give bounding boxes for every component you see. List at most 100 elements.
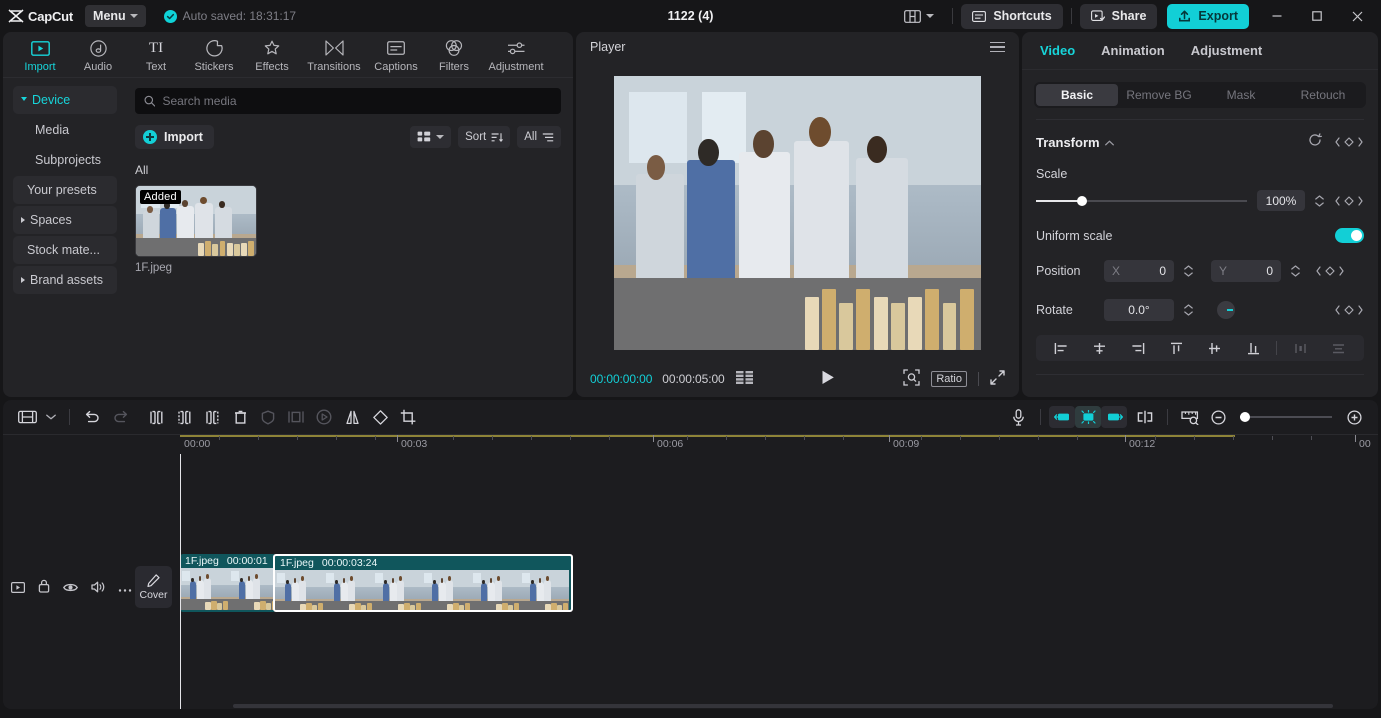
export-button[interactable]: Export — [1167, 3, 1249, 29]
align-middle-vertical-icon[interactable] — [1196, 342, 1234, 355]
video-preview[interactable] — [614, 75, 981, 350]
tool-filters[interactable]: Filters — [425, 37, 483, 73]
more-icon[interactable] — [118, 580, 132, 598]
rotate-field[interactable]: 0.0° — [1104, 299, 1174, 321]
rotate-dial[interactable] — [1217, 301, 1235, 319]
timeline-clip[interactable]: 1F.jpeg 00:00:01 — [180, 554, 276, 612]
align-center-horizontal-icon[interactable] — [1080, 342, 1118, 355]
position-y-field[interactable]: Y 0 — [1211, 260, 1281, 282]
tool-adjustment[interactable]: Adjustment — [483, 37, 549, 73]
zoom-out-icon[interactable] — [1204, 404, 1232, 430]
microphone-icon[interactable] — [1004, 404, 1032, 430]
timeline-scrollbar[interactable] — [233, 704, 1333, 708]
tool-import[interactable]: Import — [11, 37, 69, 73]
zoom-slider-knob[interactable] — [1240, 412, 1250, 422]
freeze-icon[interactable] — [254, 404, 282, 430]
distribute-vertical-icon[interactable] — [1320, 342, 1358, 355]
play-button[interactable] — [821, 370, 835, 388]
scale-keyframe[interactable] — [1334, 195, 1364, 207]
tool-effects[interactable]: Effects — [243, 37, 301, 73]
scale-stepper[interactable] — [1315, 194, 1324, 207]
tool-audio[interactable]: Audio — [69, 37, 127, 73]
rotate-icon[interactable] — [366, 404, 394, 430]
shortcuts-button[interactable]: Shortcuts — [961, 3, 1063, 29]
track-layout-icon[interactable] — [13, 404, 41, 430]
crop-icon[interactable] — [394, 404, 422, 430]
position-x-field[interactable]: X 0 — [1104, 260, 1174, 282]
keyframe-split-icon[interactable] — [1131, 404, 1159, 430]
fullscreen-icon[interactable] — [990, 370, 1005, 388]
sidebar-item-media[interactable]: Media — [13, 116, 117, 144]
delete-icon[interactable] — [226, 404, 254, 430]
tool-stickers[interactable]: Stickers — [185, 37, 243, 73]
position-x-stepper[interactable] — [1184, 265, 1193, 277]
timeline-tracks[interactable]: Cover 1F.jpeg 00:00:01 1F.jpeg 00:00:03:… — [3, 454, 1378, 709]
reset-icon[interactable] — [1308, 132, 1322, 152]
sidebar-item-brand-assets[interactable]: Brand assets — [13, 266, 117, 294]
tab-animation[interactable]: Animation — [1101, 43, 1165, 58]
ripple-right-icon[interactable] — [1101, 406, 1127, 428]
volume-icon[interactable] — [91, 580, 105, 598]
rotate-stepper[interactable] — [1184, 304, 1193, 316]
split-icon[interactable] — [142, 404, 170, 430]
player-menu-icon[interactable] — [990, 41, 1005, 53]
quality-icon[interactable] — [735, 371, 754, 387]
align-top-icon[interactable] — [1157, 342, 1195, 355]
sidebar-item-device[interactable]: Device — [13, 86, 117, 114]
trim-end-icon[interactable] — [198, 404, 226, 430]
sidebar-item-spaces[interactable]: Spaces — [13, 206, 117, 234]
keyframe-control[interactable] — [1334, 136, 1364, 148]
rotate-keyframe[interactable] — [1334, 304, 1364, 316]
segment-retouch[interactable]: Retouch — [1282, 84, 1364, 106]
slider-knob[interactable] — [1077, 195, 1088, 206]
picture-in-picture-icon[interactable] — [282, 404, 310, 430]
media-thumbnail[interactable]: Added — [135, 185, 257, 257]
media-item[interactable]: Added 1F.jpeg — [135, 185, 257, 274]
tab-video[interactable]: Video — [1040, 43, 1075, 58]
cover-button[interactable]: Cover — [135, 566, 172, 608]
reverse-icon[interactable] — [310, 404, 338, 430]
mirror-icon[interactable] — [338, 404, 366, 430]
trim-start-icon[interactable] — [170, 404, 198, 430]
scale-value[interactable]: 100% — [1257, 190, 1305, 211]
search-input[interactable] — [162, 94, 552, 108]
menu-button[interactable]: Menu — [85, 5, 146, 27]
track-type-icon[interactable] — [11, 580, 26, 598]
ratio-button[interactable]: Ratio — [931, 371, 967, 387]
align-left-icon[interactable] — [1042, 342, 1080, 355]
timeline-clip-selected[interactable]: 1F.jpeg 00:00:03:24 — [273, 554, 573, 612]
auto-adjust-icon[interactable] — [1075, 406, 1101, 428]
lock-icon[interactable] — [38, 579, 50, 598]
import-button[interactable]: Import — [135, 125, 214, 149]
share-button[interactable]: Share — [1079, 3, 1158, 29]
zoom-in-icon[interactable] — [1340, 404, 1368, 430]
position-keyframe[interactable] — [1315, 265, 1345, 277]
filter-button[interactable]: All — [517, 126, 561, 148]
sidebar-item-subprojects[interactable]: Subprojects — [13, 146, 117, 174]
maximize-button[interactable] — [1297, 0, 1337, 32]
tab-adjustment[interactable]: Adjustment — [1191, 43, 1263, 58]
ruler-zoom-icon[interactable] — [1176, 404, 1204, 430]
redo-icon[interactable] — [106, 404, 134, 430]
sidebar-item-your-presets[interactable]: Your presets — [13, 176, 117, 204]
eye-icon[interactable] — [63, 580, 78, 598]
align-right-icon[interactable] — [1119, 342, 1157, 355]
tool-captions[interactable]: Captions — [367, 37, 425, 73]
tool-text[interactable]: TI Text — [127, 37, 185, 73]
zoom-slider[interactable] — [1240, 412, 1332, 422]
align-bottom-icon[interactable] — [1234, 342, 1272, 355]
minimize-button[interactable] — [1257, 0, 1297, 32]
ripple-left-icon[interactable] — [1049, 406, 1075, 428]
layout-switch-button[interactable] — [894, 4, 944, 28]
grid-view-button[interactable] — [410, 126, 452, 148]
snapshot-icon[interactable] — [903, 369, 920, 389]
scale-slider[interactable] — [1036, 195, 1247, 206]
segment-mask[interactable]: Mask — [1200, 84, 1282, 106]
uniform-scale-toggle[interactable] — [1335, 228, 1364, 243]
search-media-bar[interactable] — [135, 88, 561, 114]
layout-chevron-icon[interactable] — [41, 404, 61, 430]
chevron-up-icon[interactable] — [1104, 133, 1114, 151]
segment-remove-bg[interactable]: Remove BG — [1118, 84, 1200, 106]
undo-icon[interactable] — [78, 404, 106, 430]
distribute-horizontal-icon[interactable] — [1281, 342, 1319, 355]
